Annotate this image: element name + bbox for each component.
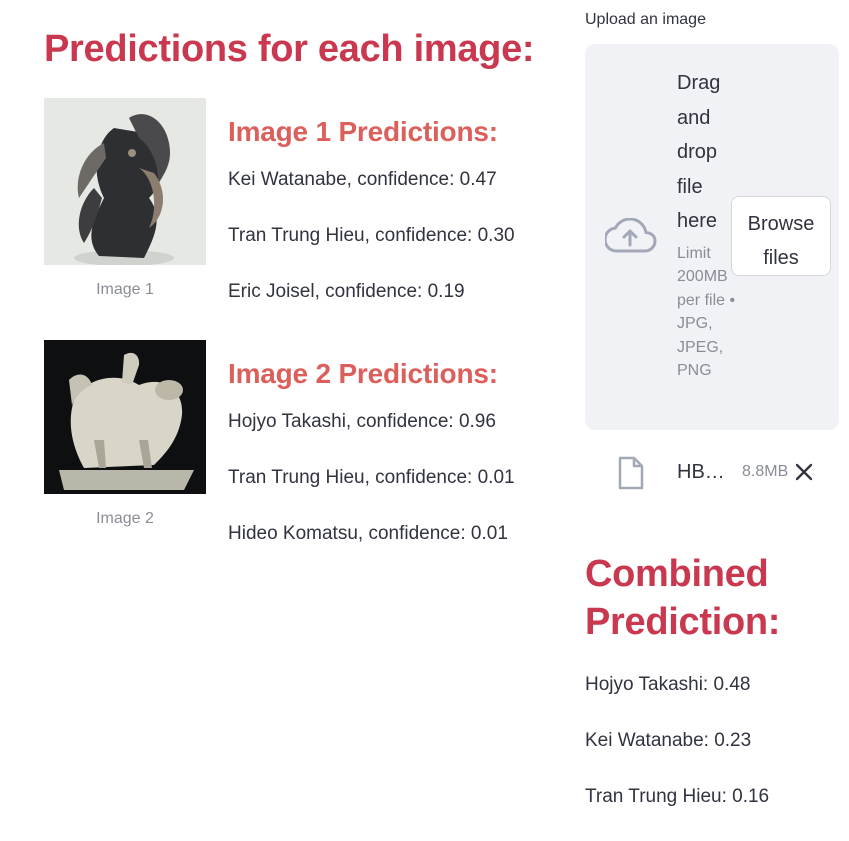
prediction-line: Hideo Komatsu, confidence: 0.01 — [228, 523, 508, 544]
browse-files-button[interactable]: Browse files — [731, 196, 831, 276]
uploaded-file-row: HB… 8.8MB — [585, 450, 839, 496]
close-icon[interactable] — [794, 462, 814, 482]
prediction-line: Tran Trung Hieu, confidence: 0.01 — [228, 467, 515, 488]
image-1-thumbnail — [44, 98, 206, 265]
image-2-block: Image 2 — [44, 340, 206, 528]
image-1-predictions-title: Image 1 Predictions: — [228, 116, 498, 147]
prediction-line: Tran Trung Hieu, confidence: 0.30 — [228, 225, 515, 246]
combined-prediction-line: Tran Trung Hieu: 0.16 — [585, 786, 770, 807]
prediction-line: Hojyo Takashi, confidence: 0.96 — [228, 411, 496, 432]
image-1-predictions: Image 1 Predictions: Kei Watanabe, confi… — [228, 116, 548, 336]
combined-prediction-line: Kei Watanabe: 0.23 — [585, 730, 752, 751]
prediction-line: Kei Watanabe, confidence: 0.47 — [228, 169, 497, 190]
file-dropzone[interactable]: Drag and drop file here Limit 200MB per … — [585, 44, 839, 430]
prediction-line: Eric Joisel, confidence: 0.19 — [228, 281, 465, 302]
page-title: Predictions for each image: — [44, 28, 535, 70]
image-1-caption: Image 1 — [96, 281, 154, 298]
combined-prediction-list: Hojyo Takashi: 0.48 Kei Watanabe: 0.23 T… — [585, 673, 769, 841]
image-2-caption: Image 2 — [96, 510, 154, 527]
cloud-upload-icon — [605, 218, 657, 253]
image-1-block: Image 1 — [44, 98, 206, 299]
combined-prediction-line: Hojyo Takashi: 0.48 — [585, 674, 751, 695]
uploaded-file-name: HB… — [677, 461, 725, 483]
uploaded-file-size: 8.8MB — [742, 463, 789, 480]
image-2-predictions-title: Image 2 Predictions: — [228, 358, 498, 389]
upload-label: Upload an image — [585, 11, 706, 28]
image-2-predictions: Image 2 Predictions: Hojyo Takashi, conf… — [228, 358, 548, 578]
file-icon — [618, 456, 644, 490]
combined-prediction-title: Combined Prediction: — [585, 553, 781, 643]
image-2-thumbnail — [44, 340, 206, 494]
